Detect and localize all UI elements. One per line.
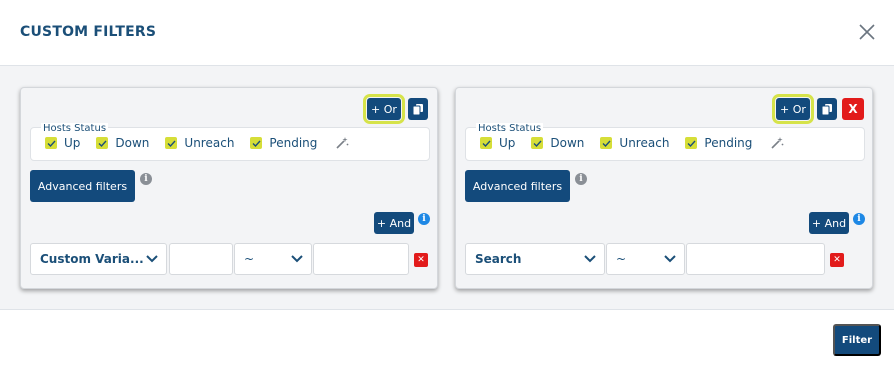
copy-icon xyxy=(413,103,423,115)
modal-header: CUSTOM FILTERS xyxy=(0,0,894,66)
field-select-value: Custom Varia... xyxy=(40,252,144,266)
info-icon[interactable]: i xyxy=(418,213,430,225)
operator-select[interactable]: ~ xyxy=(234,243,312,275)
magic-wand-icon[interactable] xyxy=(770,136,784,150)
filter-group-2: + Or X Hosts Status Up Down Unreach Pend… xyxy=(455,87,873,289)
status-down-checkbox[interactable]: Down xyxy=(531,136,584,150)
add-or-button[interactable]: + Or xyxy=(772,94,814,124)
delete-row-button[interactable]: ✕ xyxy=(830,253,844,267)
status-down-label: Down xyxy=(550,136,585,150)
status-pending-checkbox[interactable]: Pending xyxy=(685,136,752,150)
operator-select-value: ~ xyxy=(616,252,627,266)
advanced-filters-button[interactable]: Advanced filters xyxy=(30,170,135,202)
add-and-button[interactable]: + And xyxy=(374,212,414,234)
status-unreach-label: Unreach xyxy=(184,136,235,150)
checkbox-checked-icon xyxy=(685,137,698,149)
status-unreach-label: Unreach xyxy=(619,136,670,150)
status-up-checkbox[interactable]: Up xyxy=(45,136,80,150)
field-select[interactable]: Custom Varia... xyxy=(30,243,167,275)
status-pending-checkbox[interactable]: Pending xyxy=(250,136,317,150)
checkbox-checked-icon xyxy=(250,137,263,149)
advanced-filters-button[interactable]: Advanced filters xyxy=(465,170,570,202)
hosts-status-group: Hosts Status Up Down Unreach Pending xyxy=(465,123,865,161)
status-down-label: Down xyxy=(115,136,150,150)
status-up-checkbox[interactable]: Up xyxy=(480,136,515,150)
hosts-status-label: Hosts Status xyxy=(476,123,544,134)
info-icon[interactable]: i xyxy=(575,173,587,185)
copy-group-button[interactable] xyxy=(817,98,837,120)
chevron-down-icon xyxy=(664,255,676,263)
modal-body: + Or Hosts Status Up Down Unreach Pendin… xyxy=(0,66,894,310)
copy-icon xyxy=(822,103,832,115)
status-up-label: Up xyxy=(499,136,516,150)
checkbox-checked-icon xyxy=(165,137,178,149)
search-value-input[interactable] xyxy=(686,243,825,275)
field-select-value: Search xyxy=(475,252,522,266)
chevron-down-icon xyxy=(291,255,303,263)
field-select[interactable]: Search xyxy=(465,243,605,275)
add-or-button[interactable]: + Or xyxy=(363,94,405,124)
status-up-label: Up xyxy=(64,136,81,150)
info-icon[interactable]: i xyxy=(140,173,152,185)
status-unreach-checkbox[interactable]: Unreach xyxy=(600,136,669,150)
checkbox-checked-icon xyxy=(480,137,492,149)
info-icon[interactable]: i xyxy=(853,213,865,225)
hosts-status-group: Hosts Status Up Down Unreach Pending xyxy=(30,123,430,161)
status-pending-label: Pending xyxy=(269,136,318,150)
variable-name-input[interactable] xyxy=(169,243,233,275)
checkbox-checked-icon xyxy=(96,137,109,149)
filter-group-1: + Or Hosts Status Up Down Unreach Pendin… xyxy=(20,87,438,289)
operator-select-value: ~ xyxy=(244,252,255,266)
value-input[interactable] xyxy=(313,243,409,275)
chevron-down-icon xyxy=(584,255,596,263)
status-down-checkbox[interactable]: Down xyxy=(96,136,149,150)
checkbox-checked-icon xyxy=(600,137,613,149)
close-icon[interactable] xyxy=(858,23,876,41)
modal-title: CUSTOM FILTERS xyxy=(20,24,157,40)
hosts-status-label: Hosts Status xyxy=(41,123,109,134)
status-unreach-checkbox[interactable]: Unreach xyxy=(165,136,234,150)
checkbox-checked-icon xyxy=(531,137,544,149)
add-and-button[interactable]: + And xyxy=(809,212,849,234)
chevron-down-icon xyxy=(146,255,158,263)
filter-button[interactable]: Filter xyxy=(833,324,881,356)
delete-row-button[interactable]: ✕ xyxy=(414,253,428,267)
operator-select[interactable]: ~ xyxy=(606,243,685,275)
magic-wand-icon[interactable] xyxy=(335,136,349,150)
status-pending-label: Pending xyxy=(704,136,753,150)
copy-group-button[interactable] xyxy=(408,98,428,120)
delete-group-button[interactable]: X xyxy=(842,98,864,120)
checkbox-checked-icon xyxy=(45,137,57,149)
